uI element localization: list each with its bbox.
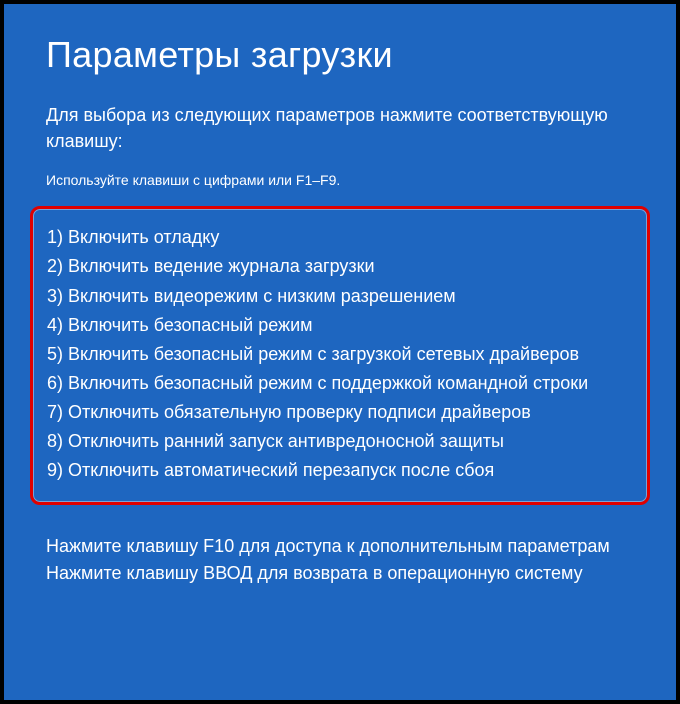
option-label: Включить отладку <box>68 227 219 247</box>
option-label: Включить безопасный режим <box>68 315 313 335</box>
footer-f10-hint: Нажмите клавишу F10 для доступа к дополн… <box>46 533 634 560</box>
option-disable-auto-restart[interactable]: 9) Отключить автоматический перезапуск п… <box>47 456 633 485</box>
option-number: 6 <box>47 373 57 393</box>
option-label: Включить безопасный режим с загрузкой се… <box>68 344 579 364</box>
options-highlight-box: 1) Включить отладку 2) Включить ведение … <box>30 206 650 504</box>
option-number: 4 <box>47 315 57 335</box>
option-label: Отключить ранний запуск антивредоносной … <box>68 431 504 451</box>
option-disable-driver-signature[interactable]: 7) Отключить обязательную проверку подпи… <box>47 398 633 427</box>
option-number: 7 <box>47 402 57 422</box>
option-number: 9 <box>47 460 57 480</box>
option-enable-debugging[interactable]: 1) Включить отладку <box>47 223 633 252</box>
option-enable-safe-mode-networking[interactable]: 5) Включить безопасный режим с загрузкой… <box>47 340 633 369</box>
option-disable-early-antimalware[interactable]: 8) Отключить ранний запуск антивредоносн… <box>47 427 633 456</box>
option-label: Включить безопасный режим с поддержкой к… <box>68 373 588 393</box>
page-title: Параметры загрузки <box>46 34 634 76</box>
option-enable-boot-logging[interactable]: 2) Включить ведение журнала загрузки <box>47 252 633 281</box>
footer-enter-hint: Нажмите клавишу ВВОД для возврата в опер… <box>46 560 634 587</box>
option-label: Отключить автоматический перезапуск посл… <box>68 460 494 480</box>
option-label: Включить видеорежим с низким разрешением <box>68 286 456 306</box>
option-enable-safe-mode[interactable]: 4) Включить безопасный режим <box>47 311 633 340</box>
option-label: Отключить обязательную проверку подписи … <box>68 402 531 422</box>
option-label: Включить ведение журнала загрузки <box>68 256 375 276</box>
option-number: 5 <box>47 344 57 364</box>
option-enable-low-res-video[interactable]: 3) Включить видеорежим с низким разрешен… <box>47 282 633 311</box>
instruction-text: Для выбора из следующих параметров нажми… <box>46 102 634 154</box>
option-number: 2 <box>47 256 57 276</box>
startup-settings-screen: Параметры загрузки Для выбора из следующ… <box>4 4 676 700</box>
option-number: 3 <box>47 286 57 306</box>
hint-text: Используйте клавиши с цифрами или F1–F9. <box>46 172 634 188</box>
option-enable-safe-mode-command[interactable]: 6) Включить безопасный режим с поддержко… <box>47 369 633 398</box>
option-number: 1 <box>47 227 57 247</box>
option-number: 8 <box>47 431 57 451</box>
